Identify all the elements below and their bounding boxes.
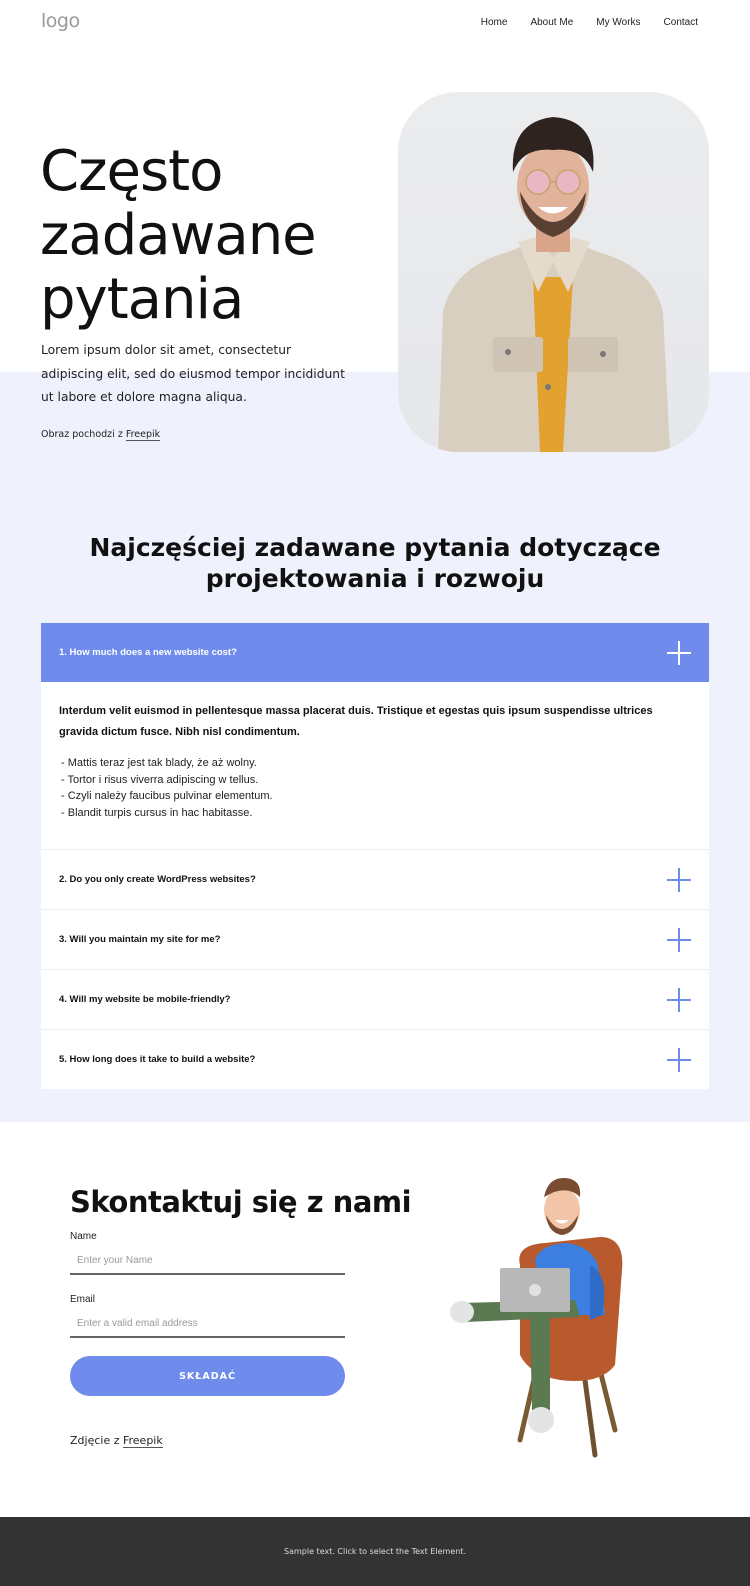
hero-image-credit: Obraz pochodzi z Freepik bbox=[41, 429, 161, 441]
credit-prefix: Zdjęcie z bbox=[70, 1434, 123, 1447]
hero-title-line: Często bbox=[40, 139, 223, 204]
plus-icon[interactable] bbox=[667, 640, 691, 665]
cartoon-illustration bbox=[450, 1177, 623, 1458]
faq-item: 1. How much does a new website cost? Int… bbox=[41, 623, 709, 850]
contact-title: Skontaktuj się z nami bbox=[70, 1185, 412, 1219]
site-header: logo Home About Me My Works Contact bbox=[0, 0, 750, 46]
faq-section-title: Najczęściej zadawane pytania dotyczące p… bbox=[0, 532, 750, 594]
list-item: Blandit turpis cursus in hac habitasse. bbox=[59, 805, 691, 822]
footer-text[interactable]: Sample text. Click to select the Text El… bbox=[284, 1547, 466, 1556]
plus-icon[interactable] bbox=[667, 987, 691, 1012]
faq-answer-list: Mattis teraz jest tak blady, że aż wolny… bbox=[59, 755, 691, 821]
hero-title-line: zadawane bbox=[40, 203, 317, 268]
faq-question-header[interactable]: 5. How long does it take to build a webs… bbox=[41, 1030, 709, 1089]
faq-item: 4. Will my website be mobile-friendly? bbox=[41, 970, 709, 1030]
faq-question: 3. Will you maintain my site for me? bbox=[59, 934, 221, 945]
list-item: Czyli należy faucibus pulvinar elementum… bbox=[59, 788, 691, 805]
hero-description: Lorem ipsum dolor sit amet, consectetur … bbox=[41, 343, 345, 404]
faq-question-header[interactable]: 2. Do you only create WordPress websites… bbox=[41, 850, 709, 909]
hero-title-line: pytania bbox=[40, 267, 244, 332]
hero-title: Często zadawane pytania bbox=[40, 139, 317, 332]
faq-answer-lead: Interdum velit euismod in pellentesque m… bbox=[59, 705, 653, 738]
plus-icon[interactable] bbox=[667, 1047, 691, 1072]
name-input[interactable] bbox=[70, 1247, 345, 1275]
faq-question-header[interactable]: 3. Will you maintain my site for me? bbox=[41, 910, 709, 969]
plus-icon[interactable] bbox=[667, 927, 691, 952]
email-label: Email bbox=[70, 1294, 96, 1305]
faq-question-header[interactable]: 1. How much does a new website cost? bbox=[41, 623, 709, 682]
site-footer: Sample text. Click to select the Text El… bbox=[0, 1517, 750, 1586]
email-input[interactable] bbox=[70, 1310, 345, 1338]
nav-about-me[interactable]: About Me bbox=[530, 17, 573, 28]
nav-my-works[interactable]: My Works bbox=[596, 17, 640, 28]
nav-contact[interactable]: Contact bbox=[664, 17, 698, 28]
faq-question: 5. How long does it take to build a webs… bbox=[59, 1054, 256, 1065]
faq-title-line: Najczęściej zadawane pytania dotyczące bbox=[89, 533, 661, 562]
nav-home[interactable]: Home bbox=[481, 17, 508, 28]
faq-item: 3. Will you maintain my site for me? bbox=[41, 910, 709, 970]
hero-portrait-image bbox=[398, 92, 709, 452]
faq-question-header[interactable]: 4. Will my website be mobile-friendly? bbox=[41, 970, 709, 1029]
portrait-illustration bbox=[438, 117, 670, 452]
faq-answer: Interdum velit euismod in pellentesque m… bbox=[41, 682, 709, 849]
faq-accordion: 1. How much does a new website cost? Int… bbox=[41, 623, 709, 1089]
cartoon-man-laptop-image bbox=[450, 1175, 640, 1460]
submit-button[interactable]: SKŁADAĆ bbox=[70, 1356, 345, 1396]
faq-item: 2. Do you only create WordPress websites… bbox=[41, 850, 709, 910]
faq-title-line: projektowania i rozwoju bbox=[205, 564, 545, 593]
contact-image-credit: Zdjęcie z Freepik bbox=[70, 1434, 163, 1448]
faq-item: 5. How long does it take to build a webs… bbox=[41, 1030, 709, 1089]
faq-question: 4. Will my website be mobile-friendly? bbox=[59, 994, 231, 1005]
main-nav: Home About Me My Works Contact bbox=[481, 17, 698, 28]
plus-icon[interactable] bbox=[667, 867, 691, 892]
list-item: Mattis teraz jest tak blady, że aż wolny… bbox=[59, 755, 691, 772]
faq-question: 2. Do you only create WordPress websites… bbox=[59, 874, 256, 885]
list-item: Tortor i risus viverra adipiscing w tell… bbox=[59, 772, 691, 789]
credit-prefix: Obraz pochodzi z bbox=[41, 429, 126, 440]
logo[interactable]: logo bbox=[41, 10, 80, 32]
freepik-link[interactable]: Freepik bbox=[125, 429, 161, 441]
name-label: Name bbox=[70, 1231, 97, 1242]
freepik-link[interactable]: Freepik bbox=[122, 1434, 163, 1448]
faq-question: 1. How much does a new website cost? bbox=[59, 647, 237, 658]
